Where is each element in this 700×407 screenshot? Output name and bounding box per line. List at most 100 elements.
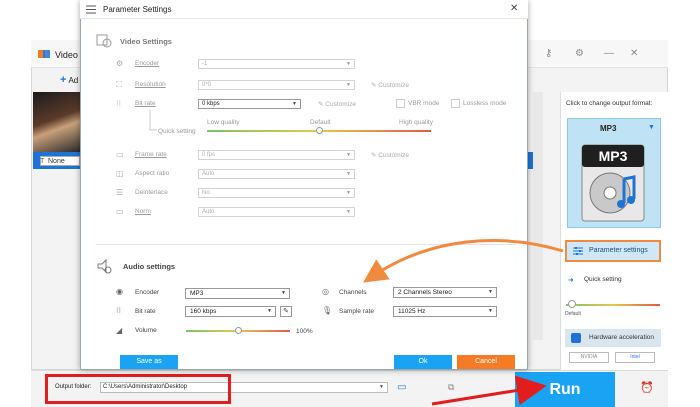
sample-rate-select[interactable]: 11025 Hz ▼ bbox=[393, 306, 497, 317]
nvidia-badge[interactable]: NVIDIA bbox=[569, 352, 609, 363]
encoder-icon: ⚙ bbox=[116, 59, 124, 68]
audio-bitrate-value: 160 kbps bbox=[190, 308, 217, 315]
resolution-customize-button[interactable]: ✎ Customize bbox=[371, 81, 409, 89]
aspect-ratio-icon: ◫ bbox=[116, 169, 124, 178]
channels-icon: ◎ bbox=[322, 287, 329, 296]
audio-bitrate-icon: ⁝⁝ bbox=[116, 306, 122, 315]
ok-button[interactable]: Ok bbox=[394, 355, 452, 369]
subtitle-select-value: None bbox=[48, 158, 65, 165]
norm-select[interactable]: Auto ▼ bbox=[198, 207, 355, 217]
audio-bitrate-select[interactable]: 160 kbps ▼ bbox=[185, 306, 276, 317]
deinterlace-select[interactable]: No ▼ bbox=[198, 188, 355, 198]
channels-value: 2 Channels Stereo bbox=[398, 289, 452, 296]
frame-rate-label: Frame rate bbox=[135, 151, 167, 158]
add-files-label: Ad bbox=[68, 76, 79, 85]
intel-badge[interactable]: Intel bbox=[615, 352, 655, 363]
resolution-select[interactable]: 0*0 ▼ bbox=[198, 80, 355, 90]
deinterlace-icon: ☰ bbox=[116, 188, 124, 197]
edit-bitrate-button[interactable]: ✎ bbox=[280, 306, 292, 317]
merge-icon[interactable]: ⧉ bbox=[448, 382, 454, 393]
resolution-label: Resolution bbox=[135, 81, 166, 88]
channels-select[interactable]: 2 Channels Stereo ▼ bbox=[393, 287, 497, 298]
save-as-button[interactable]: Save as bbox=[120, 355, 178, 369]
quick-setting-slider[interactable] bbox=[566, 304, 660, 306]
parameter-settings-label: Parameter settings bbox=[589, 247, 648, 254]
aspect-ratio-select[interactable]: Auto ▼ bbox=[198, 169, 355, 179]
chevron-down-icon: ▼ bbox=[292, 101, 297, 107]
deinterlace-label: Deinterlace bbox=[135, 189, 168, 196]
section-divider bbox=[96, 244, 516, 245]
parameter-settings-button[interactable]: Parameter settings bbox=[565, 240, 661, 262]
video-encoder-label: Encoder bbox=[135, 60, 160, 67]
aspect-ratio-value: Auto bbox=[202, 171, 215, 177]
quick-setting-knob[interactable] bbox=[568, 300, 576, 308]
deinterlace-value: No bbox=[202, 190, 210, 196]
video-thumbnail[interactable] bbox=[33, 92, 80, 152]
sample-rate-label: Sample rate bbox=[339, 308, 375, 315]
frame-rate-customize-button[interactable]: ✎ Customize bbox=[371, 151, 409, 159]
alarm-clock-icon[interactable]: ⏰ bbox=[640, 381, 654, 394]
chip-icon bbox=[571, 333, 581, 343]
close-icon[interactable]: ✕ bbox=[630, 48, 638, 59]
folder-icon[interactable]: ▭ bbox=[397, 382, 406, 393]
sliders-icon bbox=[573, 247, 583, 255]
bitrate-customize-button[interactable]: ✎ Customize bbox=[318, 100, 356, 108]
chevron-down-icon: ▼ bbox=[267, 308, 272, 314]
video-encoder-value: -1 bbox=[202, 61, 208, 67]
volume-value: 100% bbox=[296, 328, 313, 335]
caret-down-icon[interactable]: ▼ bbox=[648, 124, 655, 131]
vbr-mode-label: VBR mode bbox=[408, 100, 440, 107]
audio-encoder-icon: ◉ bbox=[116, 287, 123, 296]
sample-rate-value: 11025 Hz bbox=[398, 308, 426, 315]
channels-label: Channels bbox=[339, 289, 367, 296]
chevron-down-icon: ▼ bbox=[346, 152, 351, 158]
run-button[interactable]: Run bbox=[515, 372, 615, 407]
subtitle-select[interactable]: T None bbox=[40, 156, 80, 166]
quick-setting-label: Quick setting bbox=[584, 276, 622, 283]
quick-setting-icon: ➜ bbox=[568, 277, 574, 284]
add-files-button[interactable]: + Ad bbox=[60, 74, 78, 86]
video-quality-knob[interactable] bbox=[315, 127, 323, 134]
plus-icon: + bbox=[60, 74, 67, 86]
resolution-value: 0*0 bbox=[202, 82, 212, 88]
frame-rate-value: 0 fps bbox=[202, 152, 216, 158]
caret-down-icon[interactable]: ▼ bbox=[379, 383, 384, 392]
frame-rate-icon: ▭ bbox=[116, 150, 124, 159]
frame-rate-select[interactable]: 0 fps ▼ bbox=[198, 150, 355, 160]
mp3-file-icon: MP3 bbox=[581, 144, 645, 222]
lossless-mode-label: Lossless mode bbox=[463, 100, 507, 107]
video-settings-icon bbox=[96, 34, 112, 48]
chevron-down-icon: ▼ bbox=[346, 190, 351, 196]
pencil-icon: ✎ bbox=[283, 308, 289, 315]
default-quality-label: Default bbox=[310, 119, 331, 126]
norm-icon: ▭ bbox=[116, 207, 124, 216]
chevron-down-icon: ▼ bbox=[346, 171, 351, 177]
key-icon[interactable]: ⚷ bbox=[545, 48, 552, 59]
frame-rate-customize-label: Customize bbox=[378, 152, 409, 159]
lossless-mode-checkbox[interactable] bbox=[451, 99, 460, 108]
chevron-down-icon: ▼ bbox=[281, 290, 286, 296]
hardware-acceleration-label: Hardware acceleration bbox=[589, 334, 655, 341]
sliders-icon bbox=[86, 5, 96, 14]
list-scrollbar[interactable] bbox=[533, 92, 543, 340]
hardware-acceleration-toggle[interactable]: Hardware acceleration bbox=[565, 329, 661, 347]
cancel-button[interactable]: Cancel bbox=[457, 355, 515, 369]
minimize-icon[interactable]: — bbox=[604, 48, 614, 59]
close-icon[interactable]: ✕ bbox=[510, 3, 518, 14]
chevron-down-icon: ▼ bbox=[346, 61, 351, 67]
video-settings-title: Video Settings bbox=[120, 37, 172, 46]
chevron-down-icon: ▼ bbox=[488, 308, 493, 314]
video-bitrate-select[interactable]: 0 kbps ▼ bbox=[198, 99, 301, 109]
vbr-mode-checkbox[interactable] bbox=[396, 99, 405, 108]
high-quality-label: High quality bbox=[399, 119, 433, 126]
audio-encoder-select[interactable]: MP3 ▼ bbox=[185, 288, 290, 299]
volume-knob[interactable] bbox=[234, 327, 242, 334]
output-format-title: Click to change output format: bbox=[566, 100, 653, 107]
output-format-name: MP3 bbox=[600, 124, 617, 133]
settings-icon[interactable]: ⚙ bbox=[575, 48, 584, 59]
low-quality-label: Low quality bbox=[207, 119, 240, 126]
audio-settings-title: Audio settings bbox=[123, 262, 176, 271]
volume-icon: ◢ bbox=[116, 326, 123, 335]
dialog-title: Parameter Settings bbox=[103, 5, 172, 14]
video-encoder-select[interactable]: -1 ▼ bbox=[198, 59, 355, 69]
